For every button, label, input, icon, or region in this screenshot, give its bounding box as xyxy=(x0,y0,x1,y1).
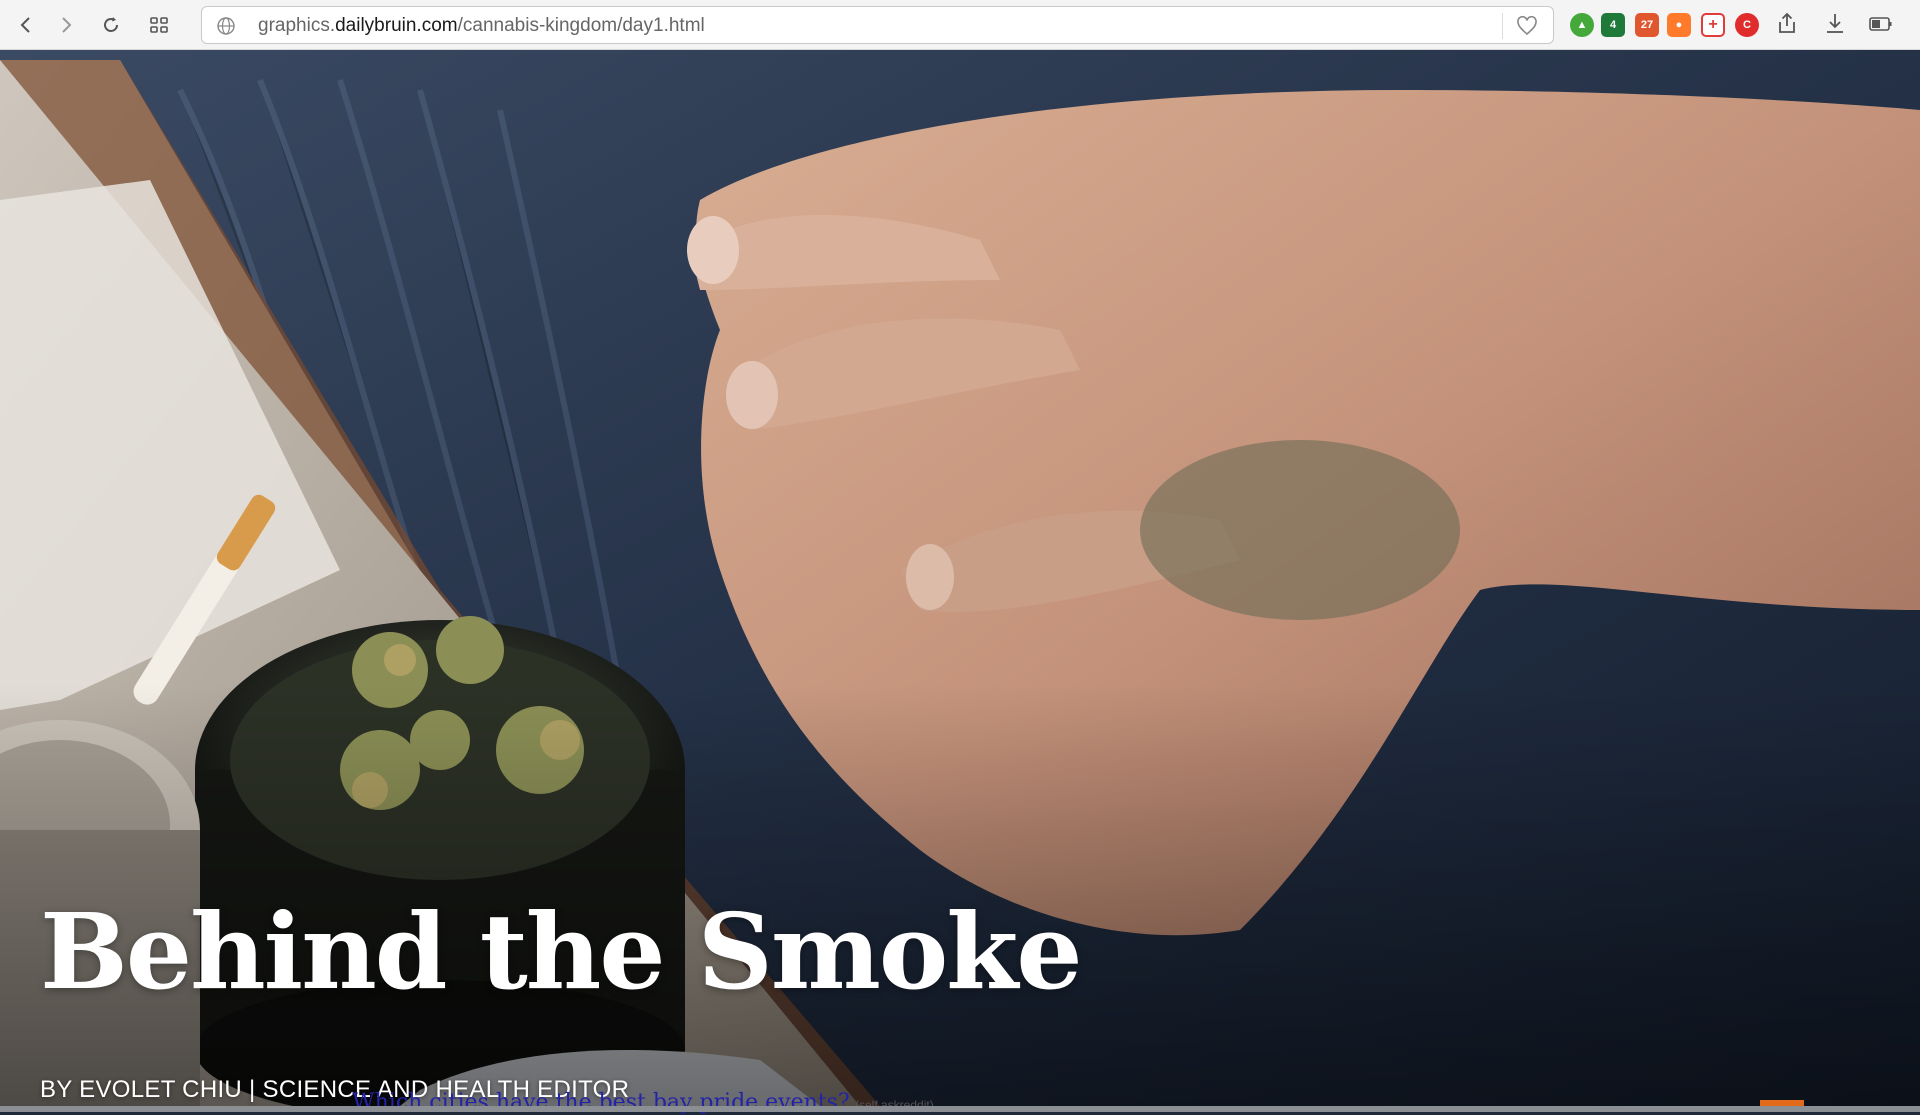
calendar-badge: 27 xyxy=(1640,19,1654,31)
url-text[interactable]: graphics.dailybruin.com/cannabis-kingdom… xyxy=(258,15,705,37)
sheets-badge: 4 xyxy=(1609,19,1617,31)
extension-fox-icon[interactable]: ● xyxy=(1667,13,1691,37)
red-extension-label: C xyxy=(1743,19,1751,31)
back-button[interactable] xyxy=(10,9,42,41)
address-bar[interactable]: graphics.dailybruin.com/cannabis-kingdom… xyxy=(201,6,1554,44)
forward-button[interactable] xyxy=(50,9,82,41)
reload-icon xyxy=(104,17,118,32)
share-icon[interactable] xyxy=(1774,11,1800,37)
url-path: /cannabis-kingdom/day1.html xyxy=(457,15,705,36)
url-divider xyxy=(1502,13,1503,39)
chevron-left-icon xyxy=(20,17,30,33)
url-prefix: graphics. xyxy=(258,15,336,36)
grid-icon xyxy=(150,17,168,33)
extension-green-icon[interactable]: ▲ xyxy=(1570,13,1594,37)
extension-sheets-icon[interactable]: 4 xyxy=(1601,13,1625,37)
reload-button[interactable] xyxy=(95,9,127,41)
extension-red-icon[interactable]: C xyxy=(1735,13,1759,37)
hero-section: Behind the Smoke BY EVOLET CHIU | SCIENC… xyxy=(0,50,1920,1106)
globe-icon xyxy=(217,17,235,35)
extension-cross-icon[interactable]: + xyxy=(1701,13,1725,37)
battery-icon[interactable] xyxy=(1868,11,1894,37)
bottom-strip xyxy=(0,1106,1920,1112)
tab-overview-button[interactable] xyxy=(143,9,175,41)
download-icon[interactable] xyxy=(1822,11,1848,37)
browser-toolbar: graphics.dailybruin.com/cannabis-kingdom… xyxy=(0,0,1920,50)
heart-icon[interactable] xyxy=(1516,15,1538,37)
url-host: dailybruin.com xyxy=(335,15,458,36)
chevron-right-icon xyxy=(62,17,72,33)
extension-calendar-icon[interactable]: 27 xyxy=(1635,13,1659,37)
article-title: Behind the Smoke xyxy=(40,890,1082,1013)
